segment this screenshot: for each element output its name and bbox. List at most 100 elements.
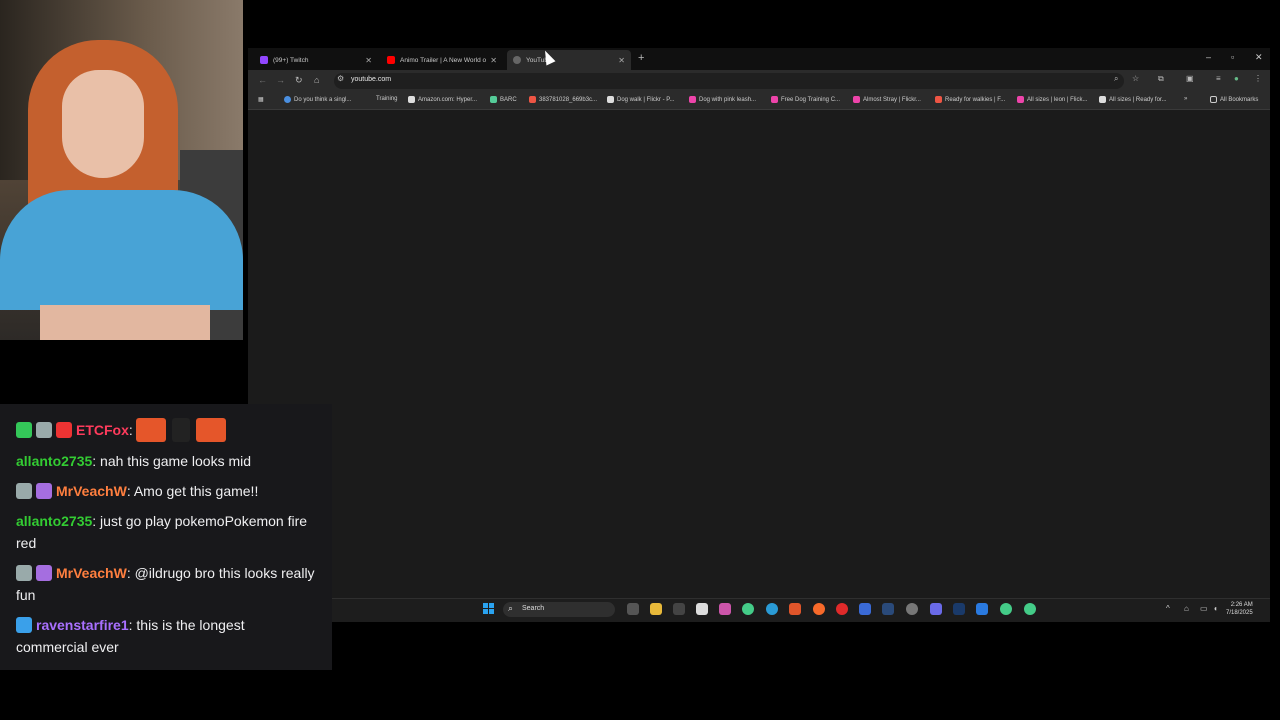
close-icon[interactable]: ✕ (490, 56, 497, 65)
amazon-icon (408, 96, 415, 103)
bookmark-item[interactable]: Free Dog Training C... (771, 96, 840, 103)
tab-title: YouTube (526, 56, 552, 64)
bookmark-item[interactable]: 383781028_669b3c... (529, 96, 597, 103)
menu-icon[interactable]: ⋮ (1254, 74, 1262, 83)
reload-icon[interactable]: ↻ (295, 75, 303, 86)
terminal-icon[interactable] (673, 603, 685, 615)
tab-twitch[interactable]: (99+) Twitch ✕ (254, 50, 378, 70)
hat-badge-icon (36, 422, 52, 438)
tab-title: Animo Trailer | A New World o (400, 56, 487, 64)
hype-emote-icon (135, 418, 166, 442)
chat-text: nah this game looks mid (100, 453, 252, 469)
steam-icon[interactable] (882, 603, 894, 615)
sidebar-icon[interactable]: ▣ (1186, 74, 1194, 83)
tab-strip: (99+) Twitch ✕ Animo Trailer | A New Wor… (248, 48, 1270, 70)
bookmark-item[interactable]: Dog with pink leash... (689, 96, 756, 103)
back-button[interactable]: ← (258, 75, 267, 85)
page-content[interactable] (248, 110, 1270, 600)
bookmark-item[interactable]: Training (376, 96, 397, 102)
hype-emote-icon (195, 418, 226, 442)
copilot-icon[interactable] (719, 603, 731, 615)
url-text[interactable]: youtube.com (351, 76, 391, 83)
streamer-midriff (40, 305, 210, 340)
bookmark-item[interactable]: All sizes | Ready for... (1099, 96, 1167, 103)
bookmark-item[interactable]: Do you think a singl... (284, 96, 351, 103)
forward-button[interactable]: → (276, 75, 285, 85)
more-bookmarks-icon[interactable]: » (1184, 96, 1187, 102)
task-view-icon[interactable] (627, 603, 639, 615)
streamer-face (62, 70, 144, 178)
bookmark-item[interactable]: Almost Stray | Flickr... (853, 96, 921, 103)
chat-message: ravenstarfire1: this is the longest comm… (16, 617, 245, 655)
flickr-icon (771, 96, 778, 103)
checkmark-badge-icon (16, 422, 32, 438)
emote-icon (171, 418, 190, 442)
flickr-icon (853, 96, 860, 103)
clock-time: 2:26 AM (1230, 602, 1253, 608)
photoshop-icon[interactable] (953, 603, 965, 615)
new-tab-button[interactable]: + (638, 52, 644, 64)
chat-username[interactable]: MrVeachW (56, 483, 127, 499)
chat-username[interactable]: ETCFox (76, 422, 129, 438)
youtube-icon (387, 56, 395, 64)
chat-message: MrVeachW: @ildrugo bro this looks really… (16, 565, 315, 603)
system-clock[interactable]: 2:26 AM 7/18/2025 (1226, 601, 1253, 617)
chrome-icon[interactable] (742, 603, 754, 615)
media-icon[interactable]: ≡ (1216, 74, 1221, 83)
app-icon[interactable] (789, 603, 801, 615)
clock-date: 7/18/2025 (1226, 610, 1253, 616)
apps-grid-icon[interactable]: ▦ (258, 96, 264, 103)
store-icon[interactable] (696, 603, 708, 615)
chat-username[interactable]: MrVeachW (56, 565, 127, 581)
tab-animo-trailer[interactable]: Animo Trailer | A New World o ✕ (381, 50, 503, 70)
bookmark-item[interactable]: Amazon.com: Hyper... (408, 96, 477, 103)
close-icon[interactable]: ✕ (618, 56, 625, 65)
chat-username[interactable]: allanto2735 (16, 453, 92, 469)
chrome-icon[interactable] (1024, 603, 1036, 615)
globe-icon (284, 96, 291, 103)
bookmark-item[interactable]: All sizes | leon | Flick... (1017, 96, 1087, 103)
windows-start-icon[interactable] (483, 603, 495, 615)
chevron-up-icon[interactable]: ^ (1166, 604, 1170, 613)
volume-icon[interactable]: ◖ (1213, 604, 1218, 613)
extensions-icon[interactable]: ⧉ (1158, 74, 1164, 84)
opera-icon[interactable] (836, 603, 848, 615)
firefox-icon[interactable] (813, 603, 825, 615)
flickr-icon (1017, 96, 1024, 103)
profile-avatar[interactable]: ● (1234, 74, 1239, 83)
wifi-icon[interactable]: ▭ (1200, 604, 1208, 613)
zoom-icon[interactable]: ⌕ (1114, 74, 1118, 84)
taskbar-search[interactable] (503, 602, 615, 617)
maximize-button[interactable]: ▫ (1231, 52, 1234, 62)
address-bar[interactable] (334, 73, 1124, 89)
tab-youtube[interactable]: YouTube ✕ (507, 50, 631, 70)
chat-username[interactable]: ravenstarfire1 (36, 617, 129, 633)
home-icon[interactable]: ⌂ (314, 75, 319, 85)
all-bookmarks-button[interactable]: All Bookmarks (1210, 96, 1258, 103)
bookmark-star-icon[interactable]: ☆ (1132, 74, 1139, 83)
browser-window: (99+) Twitch ✕ Animo Trailer | A New Wor… (248, 48, 1270, 600)
pin-icon (490, 96, 497, 103)
flickr-icon (607, 96, 614, 103)
bookmark-item[interactable]: Dog walk | Flickr - P... (607, 96, 674, 103)
webcam-feed (0, 0, 243, 340)
bookmark-item[interactable]: Ready for walkies | F... (935, 96, 1005, 103)
window-close-button[interactable]: ✕ (1255, 52, 1263, 63)
minimize-button[interactable]: – (1206, 52, 1211, 62)
search-label: Search (522, 605, 545, 612)
edge-icon[interactable] (766, 603, 778, 615)
chat-username[interactable]: allanto2735 (16, 513, 92, 529)
close-icon[interactable]: ✕ (365, 56, 372, 65)
app-icon[interactable] (859, 603, 871, 615)
flickr-icon (1099, 96, 1106, 103)
loading-icon (513, 56, 521, 64)
app-icon[interactable] (906, 603, 918, 615)
network-icon[interactable]: ⌂ (1184, 604, 1189, 613)
hat-badge-icon (16, 565, 32, 581)
site-info-icon[interactable]: ⚙ (337, 74, 344, 83)
app-icon[interactable] (976, 603, 988, 615)
bookmark-item[interactable]: BARC (490, 96, 517, 103)
file-explorer-icon[interactable] (650, 603, 662, 615)
discord-icon[interactable] (930, 603, 942, 615)
chrome-icon[interactable] (1000, 603, 1012, 615)
